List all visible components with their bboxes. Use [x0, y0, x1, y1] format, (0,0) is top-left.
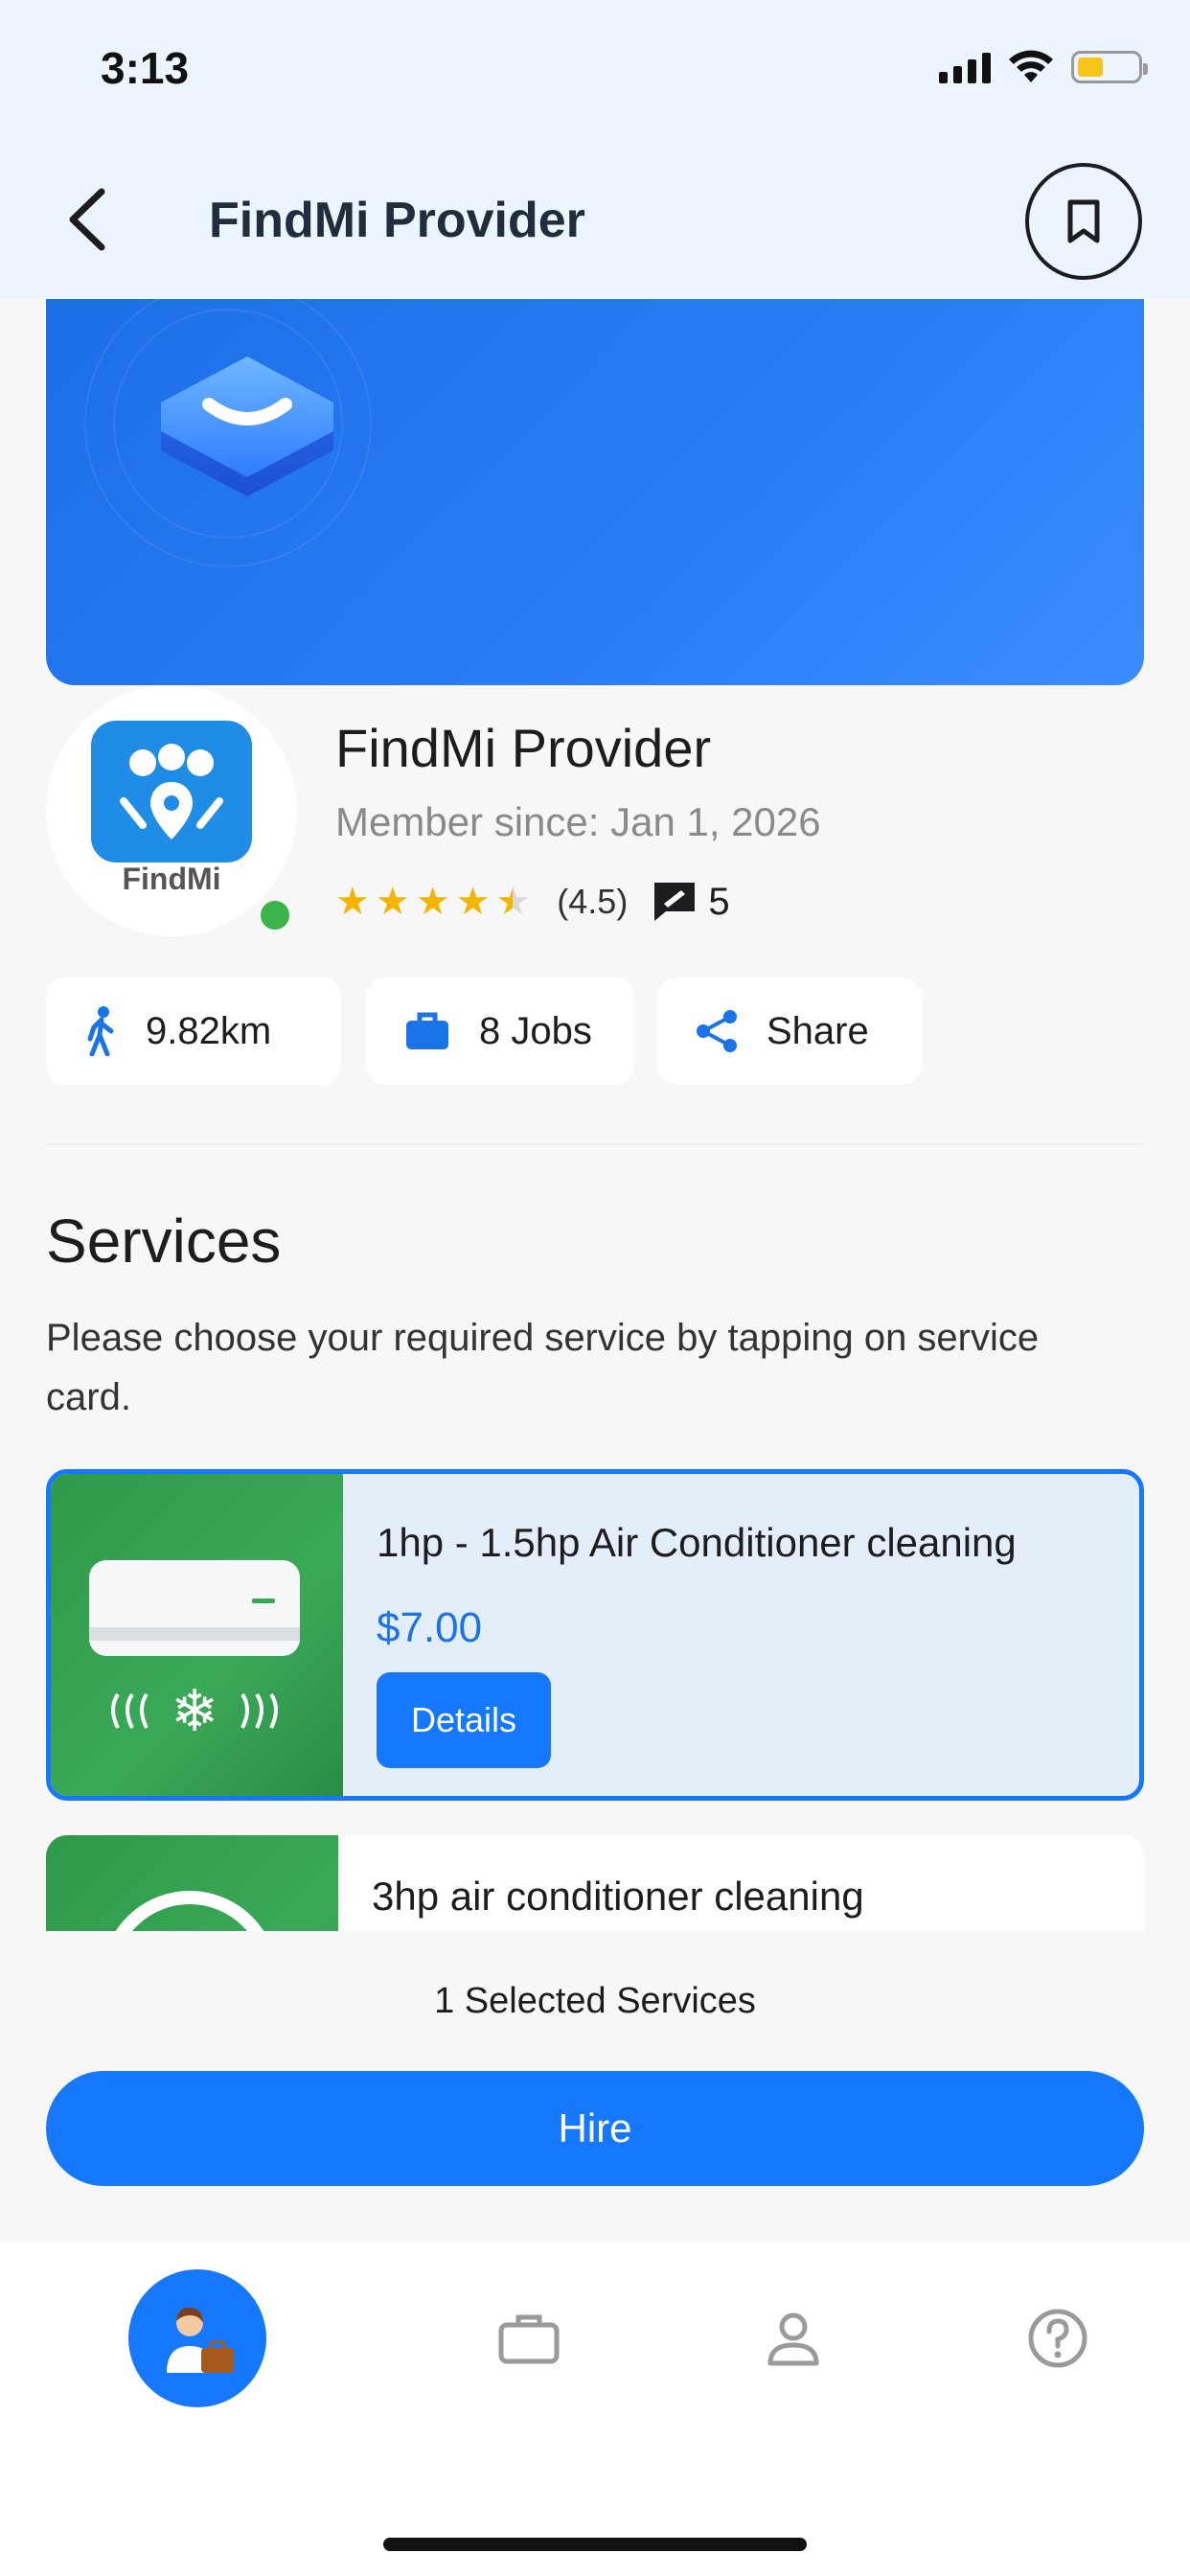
svg-text:❄: ❄	[171, 1678, 218, 1745]
service-thumbnail: ❄	[51, 1474, 343, 1796]
walking-icon	[87, 1006, 114, 1056]
hire-button[interactable]: Hire	[46, 2071, 1144, 2186]
star-icon: ★	[455, 881, 491, 923]
jobs-chip[interactable]: 8 Jobs	[366, 978, 634, 1085]
services-description: Please choose your required service by t…	[46, 1317, 1040, 1418]
selection-footer: 1 Selected Services Hire	[0, 1931, 1190, 2242]
rating-stars: ★ ★ ★ ★ ★	[335, 883, 530, 921]
details-button[interactable]: Details	[377, 1672, 551, 1768]
status-bar: 3:13	[0, 0, 1190, 144]
wifi-icon	[1009, 50, 1053, 82]
share-label: Share	[767, 1009, 869, 1052]
provider-banner	[46, 299, 1144, 685]
review-icon	[654, 883, 696, 921]
page-title: FindMi Provider	[209, 193, 585, 248]
star-icon: ★	[375, 881, 410, 923]
app-header: FindMi Provider	[0, 144, 1190, 299]
chevron-left-icon	[69, 188, 105, 251]
rating-row: ★ ★ ★ ★ ★ (4.5) 5	[335, 878, 730, 926]
service-card[interactable]: ❄ 1hp - 1.5hp Air Conditioner cleaning $…	[46, 1469, 1144, 1801]
provider-avatar: FindMi	[46, 685, 297, 936]
tab-help[interactable]	[981, 2242, 1134, 2434]
user-icon	[767, 2312, 819, 2366]
distance-label: 9.82km	[146, 1009, 272, 1052]
home-indicator	[383, 2538, 807, 2551]
star-icon: ★	[335, 881, 370, 923]
tab-bar	[0, 2242, 1190, 2576]
briefcase-icon	[406, 1012, 448, 1049]
air-conditioner-icon	[115, 1891, 264, 1931]
tab-jobs[interactable]	[452, 2242, 606, 2434]
rating-value: (4.5)	[557, 882, 629, 921]
review-count: 5	[708, 880, 730, 923]
star-icon: ★	[415, 881, 450, 923]
tab-profile[interactable]	[717, 2242, 870, 2434]
share-icon	[697, 1010, 737, 1052]
divider	[46, 1143, 1144, 1145]
status-icons	[939, 50, 1148, 84]
bookmark-button[interactable]	[1025, 163, 1142, 280]
tab-provider[interactable]	[121, 2242, 274, 2434]
logo-text: FindMi	[122, 862, 221, 896]
air-conditioner-icon: ❄	[89, 1560, 300, 1745]
cellular-signal-icon	[939, 51, 991, 83]
status-time: 3:13	[101, 43, 190, 93]
briefcase-icon	[498, 2314, 560, 2364]
findmi-logo	[91, 721, 252, 862]
service-price: $7.00	[377, 1604, 483, 1651]
share-chip[interactable]: Share	[657, 978, 922, 1085]
member-since: Member since: Jan 1, 2026	[335, 799, 821, 844]
tab-active-indicator	[128, 2269, 266, 2407]
service-title: 3hp air conditioner cleaning	[372, 1874, 864, 1919]
selected-count: 1 Selected Services	[434, 1981, 756, 2021]
provider-name: FindMi Provider	[335, 718, 712, 778]
workers-pin-icon	[120, 744, 223, 840]
service-thumbnail	[46, 1835, 338, 1931]
half-star-icon: ★	[495, 881, 531, 923]
online-status-dot	[257, 897, 293, 933]
banner-logo-icon	[161, 356, 333, 496]
battery-icon	[1071, 51, 1148, 83]
back-button[interactable]	[59, 186, 117, 253]
service-card[interactable]: 3hp air conditioner cleaning	[46, 1835, 1144, 1931]
provider-avatar-icon	[167, 2307, 234, 2373]
bookmark-icon	[1067, 199, 1100, 243]
jobs-label: 8 Jobs	[479, 1009, 592, 1052]
help-icon	[1028, 2309, 1087, 2368]
service-title: 1hp - 1.5hp Air Conditioner cleaning	[377, 1520, 1017, 1565]
services-list: ❄ 1hp - 1.5hp Air Conditioner cleaning $…	[0, 1461, 1190, 1931]
services-title: Services	[46, 1207, 282, 1276]
distance-chip[interactable]: 9.82km	[46, 978, 341, 1085]
